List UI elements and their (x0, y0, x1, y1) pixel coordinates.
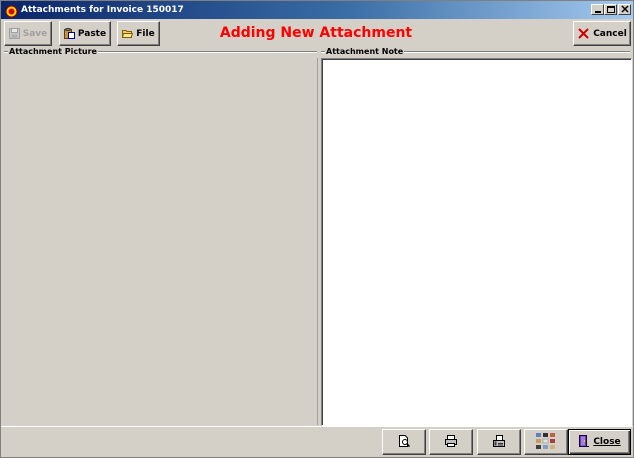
minimize-button[interactable] (591, 4, 604, 15)
door-exit-icon (578, 434, 590, 451)
maximize-button[interactable] (604, 4, 617, 15)
red-x-icon (577, 27, 590, 40)
paste-label: Paste (77, 28, 107, 39)
thumbnail-grid-icon (535, 432, 557, 453)
page-heading: Adding New Attachment (219, 25, 413, 41)
folder-open-icon (122, 28, 134, 39)
close-label: Close (593, 437, 621, 447)
title-bar[interactable]: Attachments for Invoice 150017 (1, 1, 633, 19)
close-button[interactable]: Close (568, 429, 631, 455)
thumbnails-button[interactable] (524, 429, 568, 455)
attachment-picture-area[interactable] (4, 58, 318, 425)
file-button[interactable]: File (117, 21, 160, 46)
save-button[interactable]: Save (4, 21, 52, 46)
app-icon[interactable] (5, 3, 18, 18)
print-preview-button[interactable] (382, 429, 426, 455)
toolbar: Save Paste File Adding New Attachment Ca… (1, 19, 633, 47)
cancel-label: Cancel (593, 28, 627, 39)
save-label: Save (22, 28, 48, 39)
printer-icon (444, 434, 458, 451)
print-button[interactable] (429, 429, 473, 455)
floppy-disk-icon (8, 28, 20, 39)
file-label: File (136, 28, 155, 39)
window-title: Attachments for Invoice 150017 (21, 5, 184, 15)
bottom-bar: Close (1, 426, 633, 457)
cancel-button[interactable]: Cancel (573, 21, 631, 46)
attachments-window: Attachments for Invoice 150017 Save Past… (0, 0, 634, 458)
paste-button[interactable]: Paste (59, 21, 111, 46)
fax-button[interactable] (477, 429, 521, 455)
note-panel-label: Attachment Note (325, 47, 405, 57)
close-window-button[interactable] (618, 4, 631, 15)
clipboard-paste-icon (63, 28, 75, 39)
fax-icon (492, 434, 506, 451)
print-preview-icon (397, 434, 411, 451)
picture-panel-label: Attachment Picture (8, 47, 98, 57)
attachment-note-textarea[interactable] (321, 58, 632, 426)
